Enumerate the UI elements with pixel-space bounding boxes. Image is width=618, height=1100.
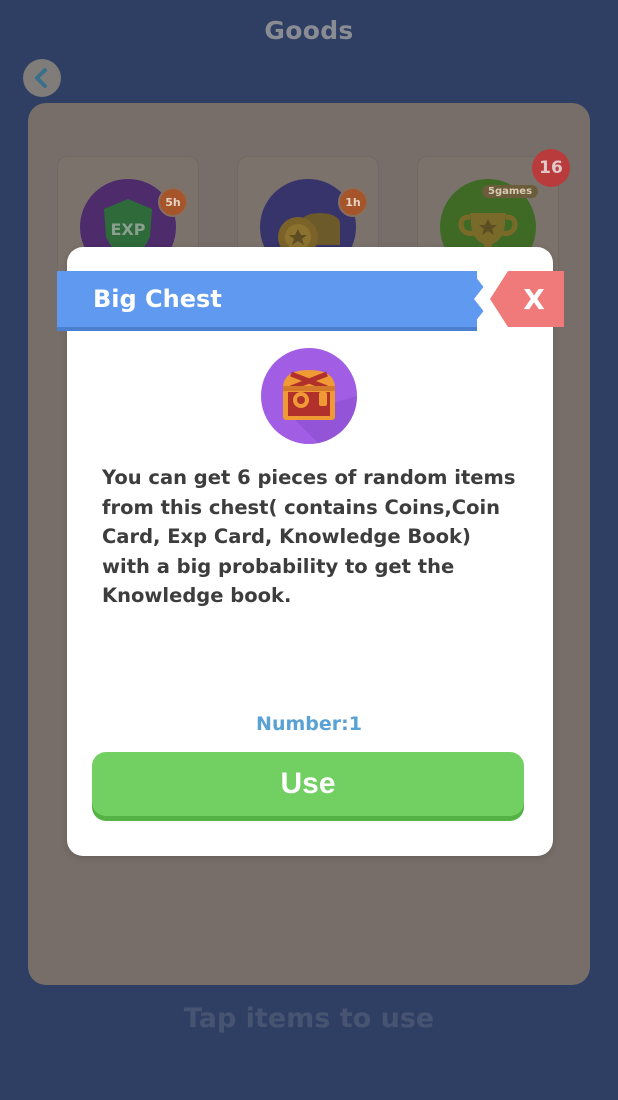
modal-title: Big Chest [93,285,222,313]
item-description: You can get 6 pieces of random items fro… [102,466,516,607]
hint-text: Tap items to use [183,1003,435,1034]
treasure-chest-icon [261,348,357,444]
use-button[interactable]: Use [92,752,524,816]
page-title: Goods [264,16,354,45]
close-icon: X [523,282,545,316]
svg-text:EXP: EXP [111,220,146,239]
timer-badge: 1h [338,187,368,217]
back-button[interactable] [23,59,61,97]
games-badge: 5games [482,185,539,198]
chevron-left-icon [35,68,47,88]
timer-badge: 5h [158,187,188,217]
count-badge: 16 [532,149,570,187]
item-quantity: Number:1 [256,713,362,735]
goods-screen: Goods EXP 5h 1h 5games 16 Tap items to u… [0,0,618,1100]
